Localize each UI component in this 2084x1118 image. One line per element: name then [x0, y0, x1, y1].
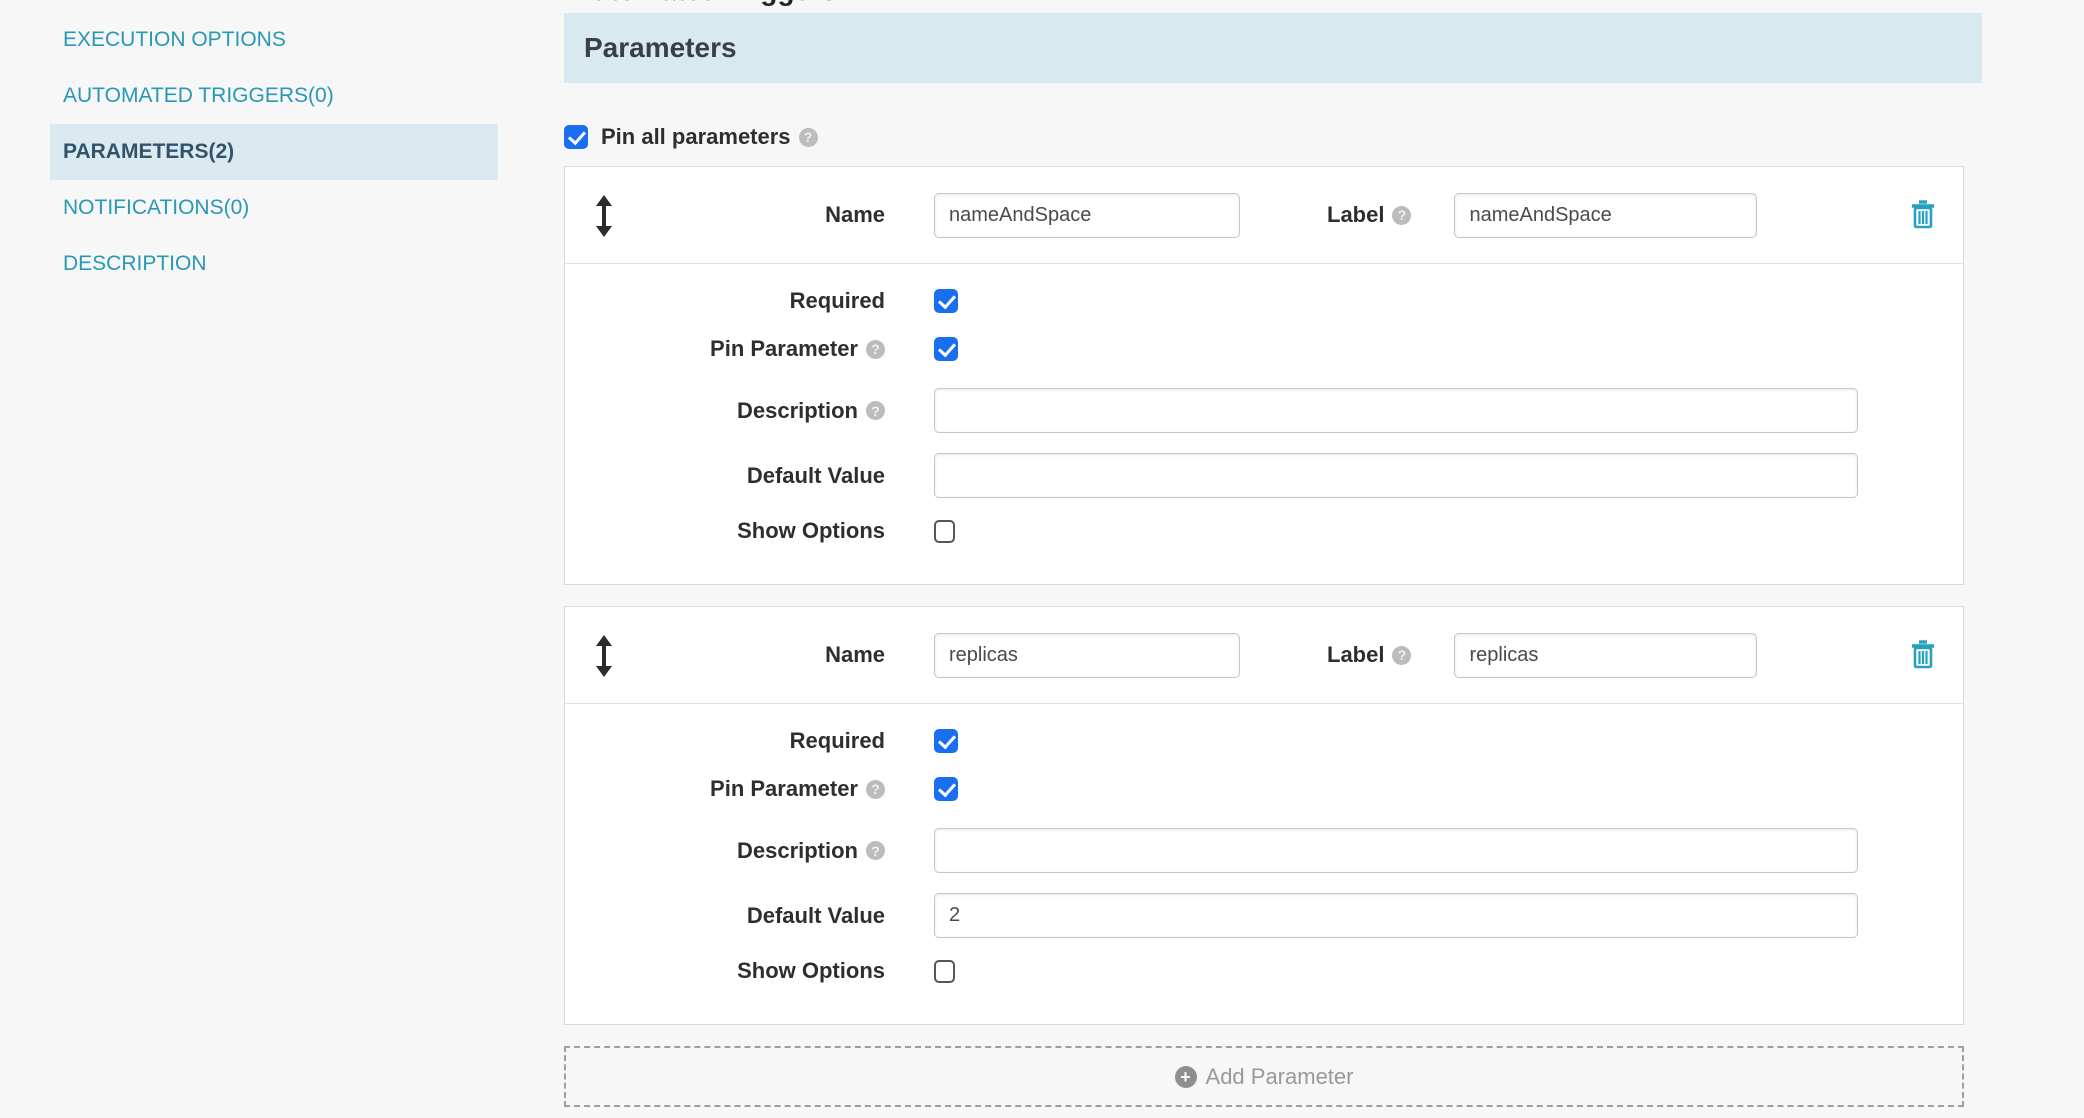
pin-all-label: Pin all parameters [601, 124, 791, 150]
required-row: Required [565, 728, 1963, 754]
plus-icon: + [1175, 1066, 1197, 1088]
name-input[interactable] [934, 193, 1240, 238]
description-label: Description [737, 398, 858, 424]
help-icon[interactable]: ? [866, 780, 885, 799]
help-icon[interactable]: ? [866, 841, 885, 860]
show-options-row: Show Options [565, 518, 1963, 544]
pin-parameter-label: Pin Parameter [710, 336, 858, 362]
required-label: Required [565, 288, 885, 314]
delete-parameter-button[interactable] [1909, 198, 1937, 233]
pin-parameter-label: Pin Parameter [710, 776, 858, 802]
name-input[interactable] [934, 633, 1240, 678]
trash-icon [1909, 198, 1937, 230]
parameter-card-body: Required Pin Parameter? Description? Def… [565, 704, 1963, 1024]
delete-parameter-button[interactable] [1909, 638, 1937, 673]
sidebar-item-description[interactable]: DESCRIPTION [50, 236, 498, 292]
help-icon[interactable]: ? [1392, 646, 1411, 665]
default-value-row: Default Value [565, 893, 1963, 938]
default-value-label: Default Value [565, 463, 885, 489]
label-label-group: Label ? [1327, 642, 1411, 668]
show-options-checkbox[interactable] [934, 960, 955, 983]
pin-all-row: Pin all parameters ? [564, 125, 1982, 149]
show-options-label: Show Options [565, 518, 885, 544]
pipeline-config-page: EXECUTION OPTIONS AUTOMATED TRIGGERS(0) … [0, 0, 2084, 1118]
help-icon[interactable]: ? [866, 401, 885, 420]
trash-icon [1909, 638, 1937, 670]
pin-parameter-checkbox[interactable] [934, 777, 958, 801]
parameter-card: Name Label ? Required Pin Parameter? [564, 606, 1964, 1025]
description-input[interactable] [934, 828, 1858, 873]
label-input[interactable] [1454, 633, 1757, 678]
pin-parameter-row: Pin Parameter? [565, 776, 1963, 802]
default-value-label: Default Value [565, 903, 885, 929]
name-label: Name [565, 202, 885, 228]
sidebar-item-execution-options[interactable]: EXECUTION OPTIONS [50, 12, 498, 68]
pin-parameter-row: Pin Parameter? [565, 336, 1963, 362]
section-header: Parameters [564, 13, 1982, 83]
show-options-label: Show Options [565, 958, 885, 984]
sidebar-item-automated-triggers[interactable]: AUTOMATED TRIGGERS(0) [50, 68, 498, 124]
help-icon[interactable]: ? [866, 340, 885, 359]
help-icon[interactable]: ? [799, 128, 818, 147]
label-label-group: Label ? [1327, 202, 1411, 228]
label-label: Label [1327, 642, 1384, 668]
required-checkbox[interactable] [934, 729, 958, 753]
description-input[interactable] [934, 388, 1858, 433]
required-label: Required [565, 728, 885, 754]
page-title: Parameters [584, 32, 737, 64]
parameters-section: Automated Triggers Parameters Pin all pa… [564, 0, 1982, 1107]
required-row: Required [565, 288, 1963, 314]
add-parameter-label: Add Parameter [1206, 1064, 1354, 1090]
drag-handle-icon[interactable] [595, 195, 613, 242]
name-label: Name [565, 642, 885, 668]
config-sidebar: EXECUTION OPTIONS AUTOMATED TRIGGERS(0) … [50, 12, 498, 292]
add-parameter-button[interactable]: + Add Parameter [564, 1046, 1964, 1107]
parameter-card-header: Name Label ? [565, 167, 1963, 264]
pin-parameter-checkbox[interactable] [934, 337, 958, 361]
label-label: Label [1327, 202, 1384, 228]
description-row: Description? [565, 828, 1963, 873]
required-checkbox[interactable] [934, 289, 958, 313]
default-value-row: Default Value [565, 453, 1963, 498]
description-label: Description [737, 838, 858, 864]
pin-all-checkbox[interactable] [564, 125, 588, 149]
description-row: Description? [565, 388, 1963, 433]
clipped-previous-heading: Automated Triggers [564, 0, 1982, 13]
default-value-input[interactable] [934, 453, 1858, 498]
parameter-card-body: Required Pin Parameter? Description? Def… [565, 264, 1963, 584]
drag-handle-icon[interactable] [595, 635, 613, 682]
parameter-card-header: Name Label ? [565, 607, 1963, 704]
sidebar-item-notifications[interactable]: NOTIFICATIONS(0) [50, 180, 498, 236]
sidebar-item-parameters[interactable]: PARAMETERS(2) [50, 124, 498, 180]
parameter-card: Name Label ? Required Pin Parameter? [564, 166, 1964, 585]
default-value-input[interactable] [934, 893, 1858, 938]
label-input[interactable] [1454, 193, 1757, 238]
show-options-row: Show Options [565, 958, 1963, 984]
show-options-checkbox[interactable] [934, 520, 955, 543]
help-icon[interactable]: ? [1392, 206, 1411, 225]
